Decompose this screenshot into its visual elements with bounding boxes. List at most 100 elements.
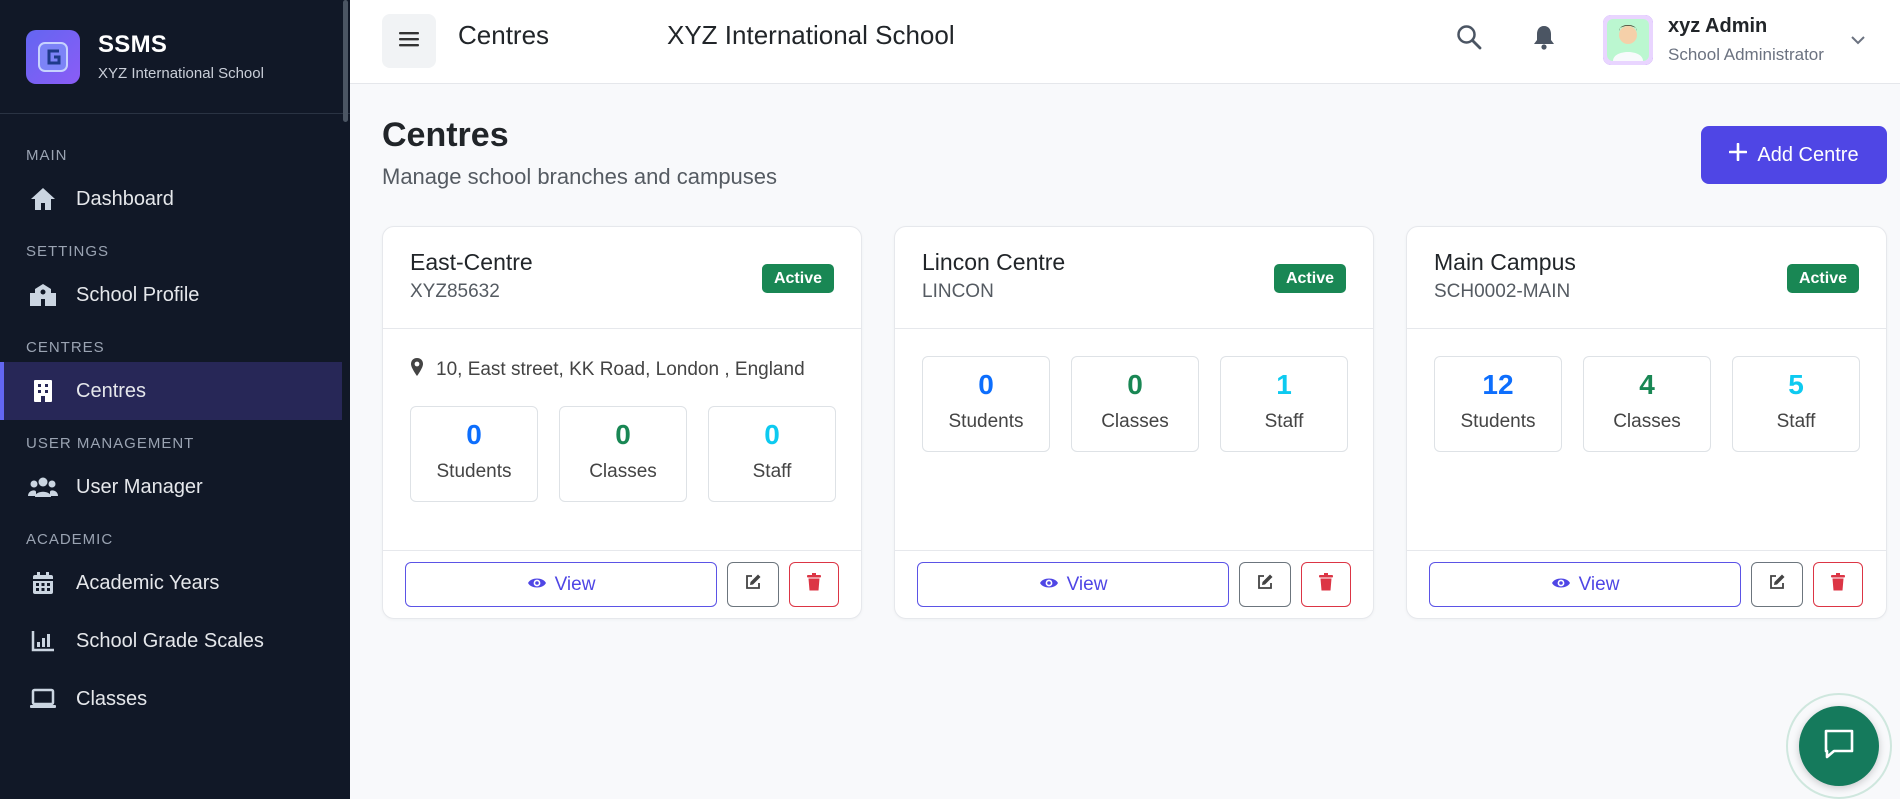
topbar-school-name: XYZ International School <box>667 20 955 50</box>
stat-label: Students <box>948 411 1024 432</box>
stat-students: 0 Students <box>410 406 538 502</box>
centre-stats: 12 Students 4 Classes 5 Staff <box>1434 356 1860 452</box>
stat-classes: 0 Classes <box>559 406 687 502</box>
stat-value: 0 <box>764 419 780 450</box>
centre-card: East-Centre XYZ85632 Active 10, East str… <box>382 226 862 619</box>
edit-icon <box>1256 573 1274 596</box>
avatar[interactable] <box>1603 15 1653 65</box>
stat-value: 1 <box>1276 369 1292 400</box>
chat-icon <box>1822 728 1856 765</box>
hamburger-icon <box>399 31 419 52</box>
centre-card: Main Campus SCH0002-MAIN Active 12 Studen… <box>1406 226 1887 619</box>
school-icon <box>28 280 58 310</box>
sidebar-item-label: Classes <box>76 687 148 710</box>
trash-icon <box>1319 573 1333 596</box>
chat-widget <box>1786 693 1892 799</box>
user-role: School Administrator <box>1668 45 1824 64</box>
status-badge: Active <box>761 264 834 293</box>
eye-icon <box>1039 574 1059 596</box>
stat-value: 0 <box>466 419 482 450</box>
stat-label: Students <box>1460 411 1536 432</box>
eye-icon <box>527 574 547 596</box>
home-icon <box>28 184 58 214</box>
sidebar-item-label: User Manager <box>76 475 203 498</box>
sidebar-item-school-profile[interactable]: School Profile <box>0 266 350 324</box>
view-button[interactable]: View <box>1429 562 1741 607</box>
nav-section-centres: CENTRES <box>26 338 105 356</box>
view-label: View <box>554 573 596 595</box>
sidebar-nav: MAIN Dashboard SETTINGS School Profile C… <box>0 114 350 728</box>
laptop-icon <box>28 684 58 714</box>
calendar-icon <box>28 568 58 598</box>
sidebar: SSMS XYZ International School MAIN Dashb… <box>0 0 350 799</box>
stat-label: Classes <box>1101 411 1169 432</box>
user-name[interactable]: xyz Admin <box>1668 15 1767 38</box>
sidebar-item-classes[interactable]: Classes <box>0 670 350 728</box>
sidebar-item-centres[interactable]: Centres <box>0 362 342 420</box>
search-icon[interactable] <box>1456 24 1482 55</box>
chevron-down-icon[interactable] <box>1850 32 1866 50</box>
brand[interactable]: SSMS XYZ International School <box>0 0 350 114</box>
sidebar-item-label: Dashboard <box>76 187 174 210</box>
nav-section-settings: SETTINGS <box>26 242 110 260</box>
centre-name: Main Campus <box>1434 249 1576 275</box>
brand-logo <box>26 29 80 84</box>
centre-code: XYZ85632 <box>410 281 500 302</box>
page-title: Centres <box>382 116 509 154</box>
brand-subtitle: XYZ International School <box>98 65 264 82</box>
centre-stats: 0 Students 0 Classes 0 Staff <box>410 406 836 502</box>
stat-classes: 4 Classes <box>1583 356 1711 452</box>
centre-address: 10, East street, KK Road, London , Engla… <box>410 357 805 383</box>
users-icon <box>28 472 58 502</box>
stat-label: Staff <box>752 461 792 482</box>
stat-value: 5 <box>1788 369 1804 400</box>
centre-name: East-Centre <box>410 249 533 275</box>
trash-icon <box>1831 573 1845 596</box>
sidebar-item-label: School Profile <box>76 283 200 306</box>
building-icon <box>28 376 58 406</box>
edit-icon <box>1768 573 1786 596</box>
address-text: 10, East street, KK Road, London , Engla… <box>436 359 805 380</box>
centre-name: Lincon Centre <box>922 249 1066 275</box>
topbar-title: Centres <box>458 20 550 50</box>
delete-button[interactable] <box>1813 562 1863 607</box>
delete-button[interactable] <box>1301 562 1351 607</box>
sidebar-item-label: Centres <box>76 379 147 402</box>
stat-label: Staff <box>1776 411 1816 432</box>
nav-section-academic: ACADEMIC <box>26 530 114 548</box>
plus-icon <box>1729 142 1748 167</box>
view-button[interactable]: View <box>405 562 717 607</box>
edit-button[interactable] <box>727 562 779 607</box>
edit-icon <box>744 573 762 596</box>
menu-toggle-button[interactable] <box>382 14 436 68</box>
brand-title: SSMS <box>98 31 168 58</box>
stat-staff: 0 Staff <box>708 406 836 502</box>
sidebar-scrollbar[interactable] <box>343 0 348 122</box>
add-centre-button[interactable]: Add Centre <box>1701 126 1887 184</box>
nav-section-main: MAIN <box>26 146 68 164</box>
eye-icon <box>1551 574 1571 596</box>
stat-value: 0 <box>1127 369 1143 400</box>
stat-label: Staff <box>1264 411 1304 432</box>
status-badge: Active <box>1786 264 1859 293</box>
view-label: View <box>1066 573 1108 595</box>
stat-students: 0 Students <box>922 356 1050 452</box>
sidebar-item-user-manager[interactable]: User Manager <box>0 458 350 516</box>
edit-button[interactable] <box>1751 562 1803 607</box>
bell-icon[interactable] <box>1532 24 1556 55</box>
add-centre-label: Add Centre <box>1757 143 1859 166</box>
stat-staff: 5 Staff <box>1732 356 1860 452</box>
sidebar-item-academic-years[interactable]: Academic Years <box>0 554 350 612</box>
chat-button[interactable] <box>1799 706 1879 786</box>
sidebar-item-dashboard[interactable]: Dashboard <box>0 170 350 228</box>
centre-code: SCH0002-MAIN <box>1434 281 1571 302</box>
view-label: View <box>1578 573 1620 595</box>
chart-icon <box>28 626 58 656</box>
edit-button[interactable] <box>1239 562 1291 607</box>
view-button[interactable]: View <box>917 562 1229 607</box>
stat-classes: 0 Classes <box>1071 356 1199 452</box>
stat-students: 12 Students <box>1434 356 1562 452</box>
stat-value: 4 <box>1639 369 1655 400</box>
delete-button[interactable] <box>789 562 839 607</box>
sidebar-item-school-grade-scales[interactable]: School Grade Scales <box>0 612 350 670</box>
